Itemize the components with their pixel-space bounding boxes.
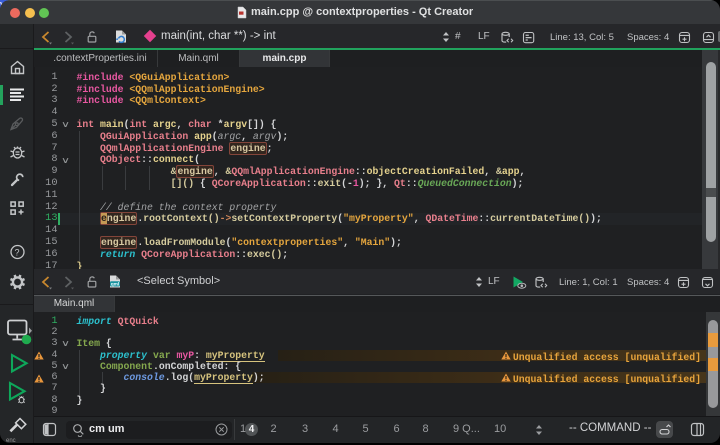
svg-text:qml: qml	[111, 282, 120, 288]
svg-text:?: ?	[15, 247, 20, 257]
